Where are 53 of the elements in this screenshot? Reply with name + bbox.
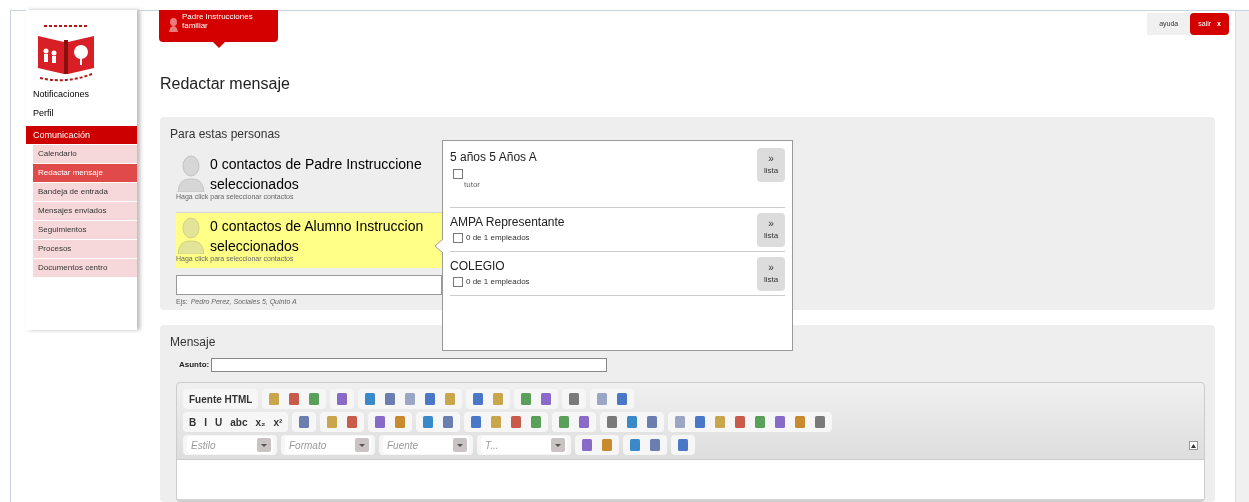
nav-subitem[interactable]: Calendario <box>33 145 137 163</box>
nav-item[interactable]: Notificaciones <box>26 85 137 104</box>
scrollbar[interactable] <box>1235 10 1249 502</box>
list-button[interactable]: » lista <box>757 213 785 247</box>
user-name: Padre Instrucciones <box>182 12 253 21</box>
user-role: familiar <box>182 21 209 30</box>
caret-icon <box>1191 443 1196 448</box>
page-title: Redactar mensaje <box>160 74 291 94</box>
toolbar-icon[interactable] <box>627 437 643 453</box>
group-title: AMPA Representante <box>450 214 565 230</box>
toolbar-icon[interactable] <box>579 437 595 453</box>
nav-item[interactable]: Perfil <box>26 104 137 123</box>
nav-subitem[interactable]: Documentos centro <box>33 259 137 277</box>
toolbar-icon[interactable] <box>599 437 615 453</box>
nav-subitem[interactable]: Bandeja de entrada <box>33 183 137 201</box>
panel-title: Para estas personas <box>170 126 282 143</box>
tab-pointer-icon <box>213 42 225 48</box>
panel-title: Mensaje <box>170 334 217 351</box>
nav-subitem[interactable]: Seguimientos <box>33 221 137 239</box>
toolbar-icon[interactable] <box>647 437 663 453</box>
contact-group-title: seleccionados <box>210 175 299 194</box>
nav-subitem[interactable]: Redactar mensaje <box>33 164 137 182</box>
subject-label: Asunto: <box>179 359 210 371</box>
checkbox[interactable] <box>453 277 463 287</box>
toolbar-button[interactable]: x² <box>269 413 287 431</box>
group-title: 5 años 5 Años A <box>450 149 537 165</box>
checkbox[interactable] <box>453 233 463 243</box>
toolbar-button[interactable]: abc <box>226 413 252 431</box>
toolbar-button[interactable]: Fuente HTML <box>185 390 257 408</box>
toolbar-button[interactable]: x₂ <box>251 413 270 431</box>
collapse-toolbar-button[interactable] <box>1189 441 1198 450</box>
contact-group-title: seleccionados <box>210 236 299 256</box>
nav-subitem[interactable]: Procesos <box>33 240 137 258</box>
group-sublabel: tutor <box>464 179 480 191</box>
group-title: COLEGIO <box>450 258 506 274</box>
subject-field[interactable] <box>211 358 608 372</box>
user-tab[interactable]: Padre Instrucciones familiar <box>159 10 278 42</box>
toolbar-button[interactable]: I <box>200 413 211 431</box>
list-button[interactable]: » lista <box>757 148 785 182</box>
group-sublabel: 0 de 1 empleados <box>466 232 530 244</box>
toolbar-button[interactable]: U <box>211 413 227 431</box>
person-silhouette-icon <box>176 154 206 192</box>
contact-group-title: 0 contactos de Padre Instruccione <box>210 155 422 174</box>
contact-search-field[interactable] <box>176 275 442 295</box>
list-button[interactable]: » lista <box>757 257 785 291</box>
toolbar-button[interactable]: B <box>185 413 201 431</box>
person-silhouette-icon <box>176 215 206 254</box>
group-sublabel: 0 de 1 empleados <box>466 276 530 288</box>
nav-subitem[interactable]: Mensajes enviados <box>33 202 137 220</box>
contact-group-title: 0 contactos de Alumno Instruccion <box>210 216 424 236</box>
checkbox[interactable] <box>453 169 463 179</box>
person-icon <box>169 18 178 32</box>
nav-item[interactable]: Comunicación <box>26 126 137 144</box>
